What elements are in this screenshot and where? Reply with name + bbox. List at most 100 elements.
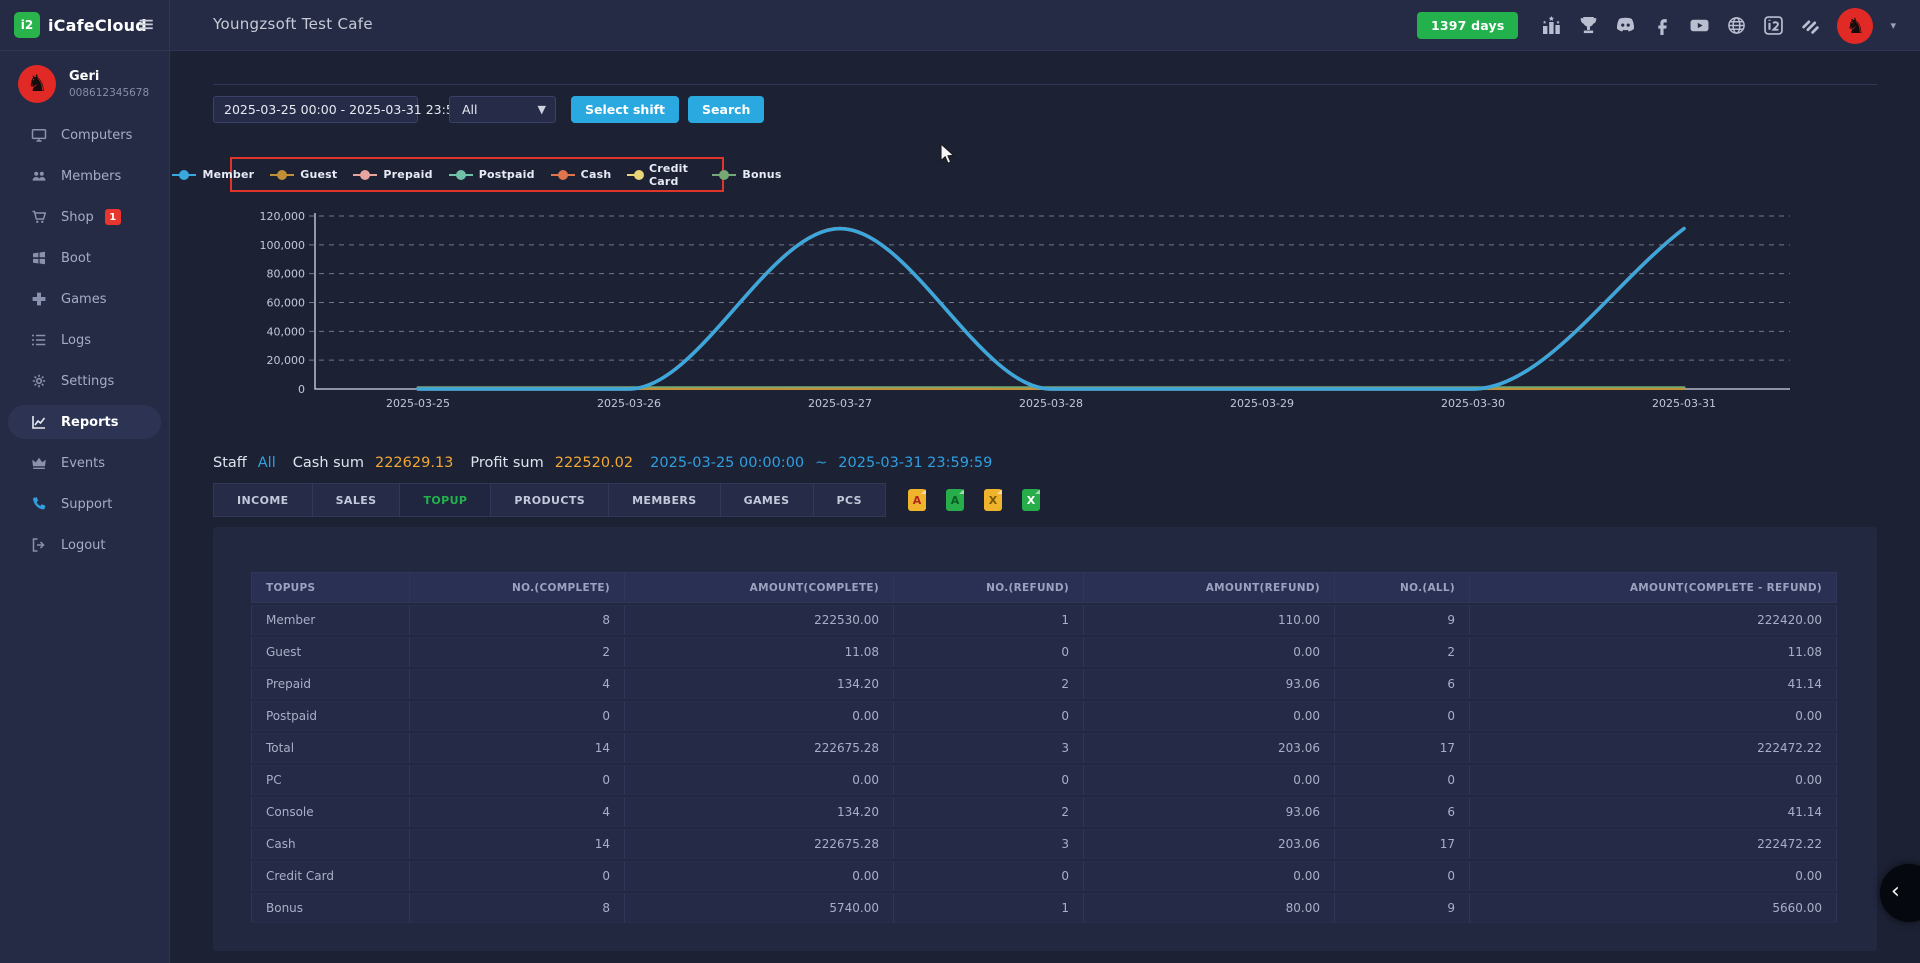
table-header-cell: NO.(REFUND) (894, 572, 1084, 603)
table-cell: 14 (410, 733, 625, 763)
legend-item-prepaid[interactable]: Prepaid (353, 168, 432, 181)
sidebar-item-support[interactable]: Support (8, 487, 161, 521)
sidebar-item-shop[interactable]: Shop1 (8, 200, 161, 234)
sidebar-item-events[interactable]: Events (8, 446, 161, 480)
table-cell: 17 (1335, 829, 1470, 859)
youngzsoft-icon[interactable] (1800, 16, 1820, 36)
legend-item-member[interactable]: Member (172, 168, 254, 181)
sidebar-item-label: Reports (61, 415, 118, 430)
subscription-days-badge[interactable]: 1397 days (1417, 12, 1519, 39)
table-cell: Credit Card (251, 861, 410, 891)
table-cell: 0 (1335, 701, 1470, 731)
tab-members[interactable]: MEMBERS (609, 483, 721, 517)
profit-sum-label: Profit sum (470, 455, 543, 471)
legend-label: Postpaid (479, 168, 535, 181)
table-cell: Member (251, 605, 410, 635)
search-button[interactable]: Search (688, 96, 764, 123)
legend-item-bonus[interactable]: Bonus (712, 168, 781, 181)
table-header-row: TOPUPSNO.(COMPLETE)AMOUNT(COMPLETE)NO.(R… (251, 572, 1837, 603)
table-row-credit-card: Credit Card00.0000.0000.00 (251, 861, 1837, 891)
topbar-right: 1397 days ♞ ▾ (1417, 0, 1896, 51)
table-cell: 4 (410, 797, 625, 827)
monitor-icon (30, 127, 47, 144)
top-bar: i2 iCafeCloud ≡ Youngzsoft Test Cafe 139… (0, 0, 1920, 51)
legend-item-credit-card[interactable]: Credit Card (627, 162, 696, 188)
sidebar-item-settings[interactable]: Settings (8, 364, 161, 398)
sidebar: ♞ Geri 008612345678 Computers Members Shop… (0, 51, 169, 963)
table-cell: 222472.22 (1470, 733, 1837, 763)
legend-item-guest[interactable]: Guest (270, 168, 337, 181)
table-cell: 0.00 (1084, 701, 1335, 731)
tab-sales[interactable]: SALES (313, 483, 401, 517)
shift-select[interactable]: All ▼ (449, 96, 556, 123)
facebook-icon[interactable] (1652, 16, 1672, 36)
period-end: 2025-03-31 23:59:59 (838, 455, 992, 471)
phone-icon (30, 496, 47, 513)
chevron-down-icon: ▼ (538, 97, 546, 122)
export-xls-green-icon[interactable]: X (1022, 489, 1040, 511)
menu-toggle-icon[interactable]: ≡ (132, 10, 160, 38)
table-row-prepaid: Prepaid4134.20293.06641.14 (251, 669, 1837, 699)
legend-marker-icon (551, 170, 575, 180)
tab-games[interactable]: GAMES (721, 483, 814, 517)
legend-label: Cash (581, 168, 612, 181)
discord-icon[interactable] (1615, 16, 1635, 36)
table-cell: 0.00 (1084, 637, 1335, 667)
topup-line-chart: 020,00040,00060,00080,000100,000120,0002… (245, 203, 1805, 415)
select-shift-button[interactable]: Select shift (571, 96, 679, 123)
sidebar-item-reports[interactable]: Reports (8, 405, 161, 439)
table-cell: 0.00 (625, 861, 894, 891)
sidebar-item-games[interactable]: Games (8, 282, 161, 316)
table-cell: 134.20 (625, 797, 894, 827)
sidebar-item-members[interactable]: Members (8, 159, 161, 193)
table-cell: Bonus (251, 893, 410, 923)
sidebar-item-label: Logs (61, 333, 91, 348)
export-pdf-yellow-icon[interactable]: A (908, 489, 926, 511)
user-name: Geri (69, 69, 149, 84)
tab-pcs[interactable]: PCS (814, 483, 886, 517)
sidebar-item-computers[interactable]: Computers (8, 118, 161, 152)
legend-item-postpaid[interactable]: Postpaid (449, 168, 535, 181)
report-tabs: INCOMESALESTOPUPPRODUCTSMEMBERSGAMESPCS … (213, 483, 1040, 517)
crown-icon (30, 455, 47, 472)
trophy-icon[interactable] (1578, 16, 1598, 36)
svg-text:2025-03-25: 2025-03-25 (386, 397, 450, 410)
svg-text:100,000: 100,000 (260, 239, 306, 252)
table-cell: 0.00 (1084, 765, 1335, 795)
tab-topup[interactable]: TOPUP (400, 483, 491, 517)
table-cell: 222420.00 (1470, 605, 1837, 635)
chart-icon (30, 414, 47, 431)
globe-icon[interactable] (1726, 16, 1746, 36)
cafe-title: Youngzsoft Test Cafe (213, 15, 373, 33)
sidebar-item-boot[interactable]: Boot (8, 241, 161, 275)
user-avatar[interactable]: ♞ (1837, 8, 1873, 44)
shop-count-badge: 1 (105, 209, 121, 225)
legend-label: Credit Card (649, 162, 696, 188)
chevron-down-icon[interactable]: ▾ (1890, 19, 1896, 32)
youtube-icon[interactable] (1689, 16, 1709, 36)
export-xls-yellow-icon[interactable]: X (984, 489, 1002, 511)
table-cell: 0.00 (1470, 701, 1837, 731)
tabs-strip: INCOMESALESTOPUPPRODUCTSMEMBERSGAMESPCS (213, 483, 886, 517)
members-icon (30, 168, 47, 185)
table-cell: Guest (251, 637, 410, 667)
filter-row: 2025-03-25 00:00 - 2025-03-31 23:59 All … (213, 96, 764, 123)
windows-icon (30, 250, 47, 267)
user-block[interactable]: ♞ Geri 008612345678 (18, 65, 149, 103)
sidebar-item-logs[interactable]: Logs (8, 323, 161, 357)
sidebar-item-label: Events (61, 456, 105, 471)
date-range-input[interactable]: 2025-03-25 00:00 - 2025-03-31 23:59 (213, 96, 418, 123)
cart-icon (30, 209, 47, 226)
ranking-icon[interactable] (1541, 16, 1561, 36)
legend-item-cash[interactable]: Cash (551, 168, 612, 181)
sidebar-item-logout[interactable]: Logout (8, 528, 161, 562)
table-cell: 0 (410, 861, 625, 891)
icafecloud-icon[interactable] (1763, 16, 1783, 36)
table-cell: 41.14 (1470, 669, 1837, 699)
export-pdf-green-icon[interactable]: A (946, 489, 964, 511)
tab-income[interactable]: INCOME (213, 483, 313, 517)
table-cell: 222675.28 (625, 733, 894, 763)
export-buttons-row: AAXX (908, 489, 1040, 511)
tab-products[interactable]: PRODUCTS (491, 483, 609, 517)
legend-label: Bonus (742, 168, 781, 181)
